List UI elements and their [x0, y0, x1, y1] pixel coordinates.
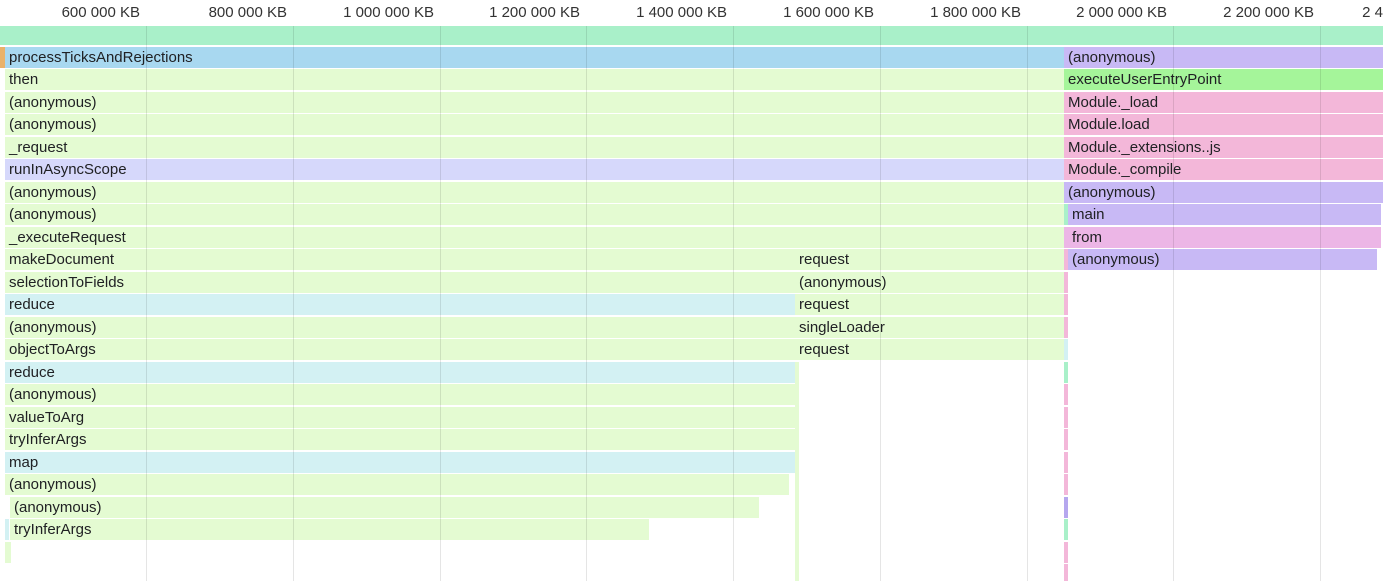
- flame-frame-sliver[interactable]: [1064, 384, 1068, 405]
- flame-frame[interactable]: selectionToFields: [5, 272, 795, 293]
- flame-frame-sliver[interactable]: [5, 519, 9, 540]
- flame-frame[interactable]: reduce: [5, 294, 795, 315]
- flame-frame[interactable]: Module.load: [1064, 114, 1383, 135]
- memory-axis: 600 000 KB 800 000 KB 1 000 000 KB 1 200…: [0, 0, 1383, 26]
- flame-frame[interactable]: makeDocument: [5, 249, 795, 270]
- flame-chart[interactable]: processTicksAndRejections then (anonymou…: [0, 0, 1383, 581]
- flame-frame[interactable]: (anonymous): [5, 474, 789, 495]
- flame-frame[interactable]: _executeRequest: [5, 227, 1064, 248]
- flame-frame[interactable]: reduce: [5, 362, 795, 383]
- flame-frame[interactable]: _request: [5, 137, 1064, 158]
- flame-frame-sliver[interactable]: [1064, 519, 1068, 540]
- flame-frame[interactable]: (anonymous): [5, 384, 795, 405]
- frame-marker: [0, 47, 5, 68]
- flame-frame[interactable]: (anonymous): [10, 497, 759, 518]
- flame-frame[interactable]: main: [1068, 204, 1381, 225]
- flame-frame[interactable]: (anonymous): [1064, 47, 1383, 68]
- flame-frame[interactable]: Module._load: [1064, 92, 1383, 113]
- flame-frame[interactable]: (anonymous): [5, 317, 795, 338]
- flame-frame[interactable]: (anonymous): [1068, 249, 1377, 270]
- flame-frame[interactable]: (anonymous): [5, 204, 1064, 225]
- flame-frame-sliver[interactable]: [1064, 474, 1068, 495]
- flame-frame[interactable]: (anonymous): [795, 272, 1064, 293]
- flame-frame[interactable]: map: [5, 452, 795, 473]
- flame-frame-sliver[interactable]: [1064, 407, 1068, 428]
- flame-frame-sliver[interactable]: [1064, 339, 1068, 360]
- flame-frame[interactable]: singleLoader: [795, 317, 1064, 338]
- flame-frame[interactable]: objectToArgs: [5, 339, 795, 360]
- flame-frame[interactable]: request: [795, 249, 1064, 270]
- flame-frame[interactable]: tryInferArgs: [5, 429, 795, 450]
- flame-frame-sliver[interactable]: [1064, 317, 1068, 338]
- flame-frame-sliver[interactable]: [1064, 249, 1068, 270]
- flame-frame[interactable]: request: [795, 339, 1064, 360]
- flame-frame[interactable]: then: [5, 69, 1064, 90]
- flame-frame[interactable]: Module._compile: [1064, 159, 1383, 180]
- flame-frame[interactable]: tryInferArgs: [10, 519, 649, 540]
- flame-frame[interactable]: executeUserEntryPoint: [1064, 69, 1383, 90]
- flame-frame-sliver[interactable]: [1064, 294, 1068, 315]
- flame-frame-sliver[interactable]: [795, 362, 799, 581]
- flame-frame[interactable]: valueToArg: [5, 407, 795, 428]
- flame-frame-sliver[interactable]: [1064, 362, 1068, 383]
- flame-frame-sliver[interactable]: [1064, 542, 1068, 563]
- flame-frame-sliver[interactable]: [1064, 564, 1068, 581]
- flame-frame[interactable]: (anonymous): [5, 182, 1064, 203]
- flame-frame[interactable]: Module._extensions..js: [1064, 137, 1383, 158]
- flame-frame-sliver[interactable]: [1064, 452, 1068, 473]
- flame-frame[interactable]: runInAsyncScope: [5, 159, 1064, 180]
- flame-frame-sliver[interactable]: [1064, 497, 1068, 518]
- flame-frame[interactable]: (anonymous): [5, 92, 1064, 113]
- flame-frame[interactable]: (anonymous): [1064, 182, 1383, 203]
- flame-frame-sliver[interactable]: [1064, 204, 1068, 225]
- axis-tick-label: 2 4: [1362, 4, 1383, 21]
- flame-frame-sliver[interactable]: [1064, 227, 1068, 248]
- flame-frame-sliver[interactable]: [5, 542, 11, 563]
- flame-frame[interactable]: (anonymous): [5, 114, 1064, 135]
- flame-frame[interactable]: processTicksAndRejections: [5, 47, 1064, 68]
- flame-frame-sliver[interactable]: [1064, 429, 1068, 450]
- flame-frame[interactable]: from: [1068, 227, 1381, 248]
- flame-frame[interactable]: request: [795, 294, 1064, 315]
- flame-frame-sliver[interactable]: [1064, 272, 1068, 293]
